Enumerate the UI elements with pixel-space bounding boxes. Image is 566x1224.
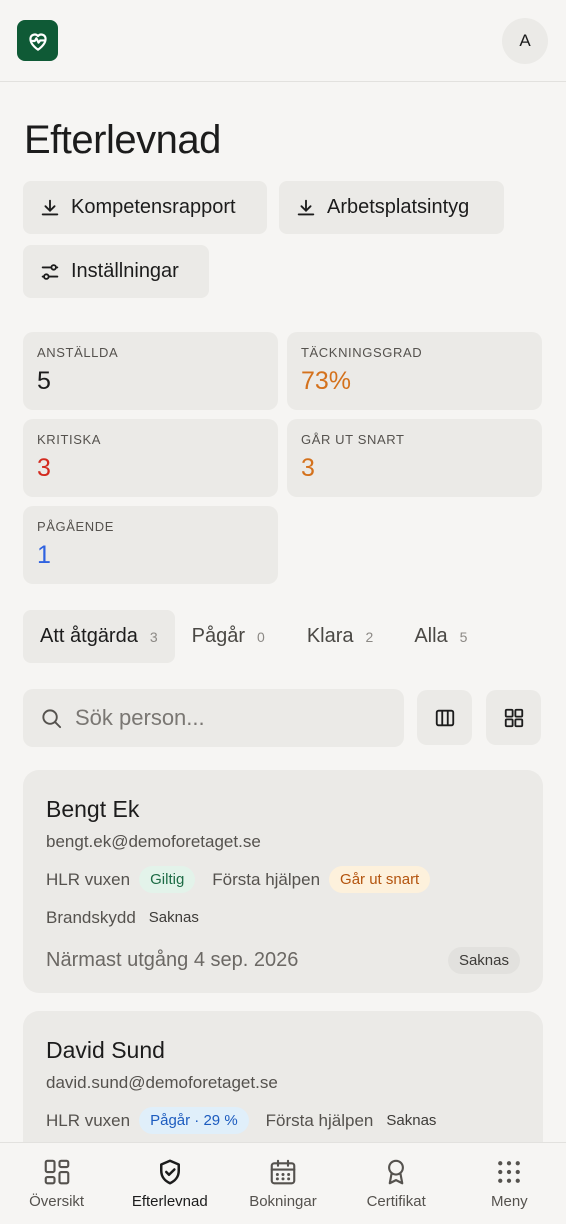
stat-value: 3 — [301, 454, 315, 482]
course-name: Första hjälpen — [212, 869, 321, 889]
tab-count: 2 — [365, 628, 374, 645]
bottom-nav: Översikt Efterlevnad Bokningar Certifika… — [0, 1142, 566, 1224]
tab-count: 3 — [149, 628, 158, 645]
search-icon — [42, 708, 62, 728]
tab-done[interactable]: Klara 2 — [290, 610, 391, 663]
status-badge: Giltig — [139, 866, 196, 893]
person-email: bengt.ek@demoforetaget.se — [46, 832, 261, 851]
grid-icon — [504, 708, 523, 727]
app-logo[interactable] — [17, 20, 58, 61]
download-icon — [297, 199, 315, 215]
stat-value: 1 — [37, 541, 51, 569]
workplace-cert-button[interactable]: Arbetsplatsintyg — [279, 181, 504, 234]
nav-label: Certifikat — [366, 1193, 426, 1210]
stat-label: GÅR UT SNART — [301, 432, 405, 447]
tab-label: Pågår — [191, 625, 246, 647]
status-badge: Går ut snart — [329, 866, 431, 893]
nearest-expiry: Närmast utgång 4 sep. 2026 — [46, 949, 299, 971]
sliders-icon — [41, 263, 59, 280]
competence-report-button[interactable]: Kompetensrapport — [23, 181, 267, 234]
search-bar — [23, 689, 404, 747]
person-card[interactable]: Bengt Ek bengt.ek@demoforetaget.se HLR v… — [23, 770, 543, 993]
nav-label: Efterlevnad — [131, 1193, 208, 1210]
stat-value: 3 — [37, 454, 51, 482]
grid-icon — [44, 1159, 69, 1185]
course-name: HLR vuxen — [46, 869, 131, 889]
user-avatar[interactable]: A — [502, 18, 548, 64]
page-title: Efterlevnad — [24, 118, 221, 162]
status-badge: Pågår · 29 % — [139, 1107, 249, 1134]
columns-view-button[interactable] — [417, 690, 472, 745]
calendar-icon — [270, 1159, 296, 1185]
person-name: David Sund — [46, 1037, 165, 1063]
overall-status-badge: Saknas — [447, 947, 520, 974]
stat-value: 73% — [301, 367, 352, 395]
course-name: Första hjälpen — [265, 1110, 374, 1130]
award-icon — [388, 1159, 405, 1185]
top-bar: A — [0, 0, 566, 82]
filter-tabs: Att åtgärda 3 Pågår 0 Klara 2 Alla 5 — [23, 610, 484, 663]
tab-label: Alla — [414, 625, 448, 647]
nav-item-certificates[interactable]: Certifikat — [341, 1157, 451, 1210]
course-name: Brandskydd — [46, 907, 136, 927]
competence-report-label: Kompetensrapport — [71, 196, 236, 218]
stat-label: TÄCKNINGSGRAD — [301, 345, 423, 360]
stat-value: 5 — [37, 367, 51, 395]
nav-label: Översikt — [29, 1193, 85, 1210]
nav-item-compliance[interactable]: Efterlevnad — [115, 1157, 225, 1210]
nav-item-menu[interactable]: Meny — [454, 1157, 564, 1210]
tab-count: 5 — [459, 628, 468, 645]
tab-ongoing[interactable]: Pågår 0 — [175, 610, 282, 663]
tab-to-handle[interactable]: Att åtgärda 3 — [23, 610, 175, 663]
settings-button[interactable]: Inställningar — [23, 245, 209, 298]
status-badge: Saknas — [386, 1112, 437, 1129]
tab-count: 0 — [257, 628, 265, 645]
columns-icon — [435, 709, 454, 726]
tab-all[interactable]: Alla 5 — [397, 610, 484, 663]
nav-item-overview[interactable]: Översikt — [2, 1157, 112, 1210]
stat-coverage: TÄCKNINGSGRAD 73% — [287, 332, 542, 410]
stat-label: KRITISKA — [37, 432, 102, 447]
nav-label: Meny — [491, 1193, 528, 1210]
nav-label: Bokningar — [249, 1193, 317, 1210]
grid-view-button[interactable] — [486, 690, 541, 745]
person-email: david.sund@demoforetaget.se — [46, 1073, 278, 1092]
stat-label: ANSTÄLLDA — [37, 345, 119, 360]
stat-label: PÅGÅENDE — [37, 519, 115, 534]
shield-check-icon — [159, 1159, 180, 1185]
course-name: HLR vuxen — [46, 1110, 131, 1130]
settings-label: Inställningar — [71, 260, 179, 282]
stat-employees: ANSTÄLLDA 5 — [23, 332, 278, 410]
status-badge: Saknas — [148, 909, 199, 926]
download-icon — [41, 199, 59, 215]
search-input[interactable] — [75, 705, 375, 731]
stat-expiring: GÅR UT SNART 3 — [287, 419, 542, 497]
heart-pulse-icon — [28, 33, 47, 51]
stat-ongoing: PÅGÅENDE 1 — [23, 506, 278, 584]
person-name: Bengt Ek — [46, 796, 140, 822]
tab-label: Klara — [306, 625, 354, 647]
dots-grid-icon — [498, 1161, 521, 1183]
workplace-cert-label: Arbetsplatsintyg — [327, 196, 470, 218]
nav-item-bookings[interactable]: Bokningar — [228, 1157, 338, 1210]
tab-label: Att åtgärda — [40, 625, 138, 647]
stat-critical: KRITISKA 3 — [23, 419, 278, 497]
